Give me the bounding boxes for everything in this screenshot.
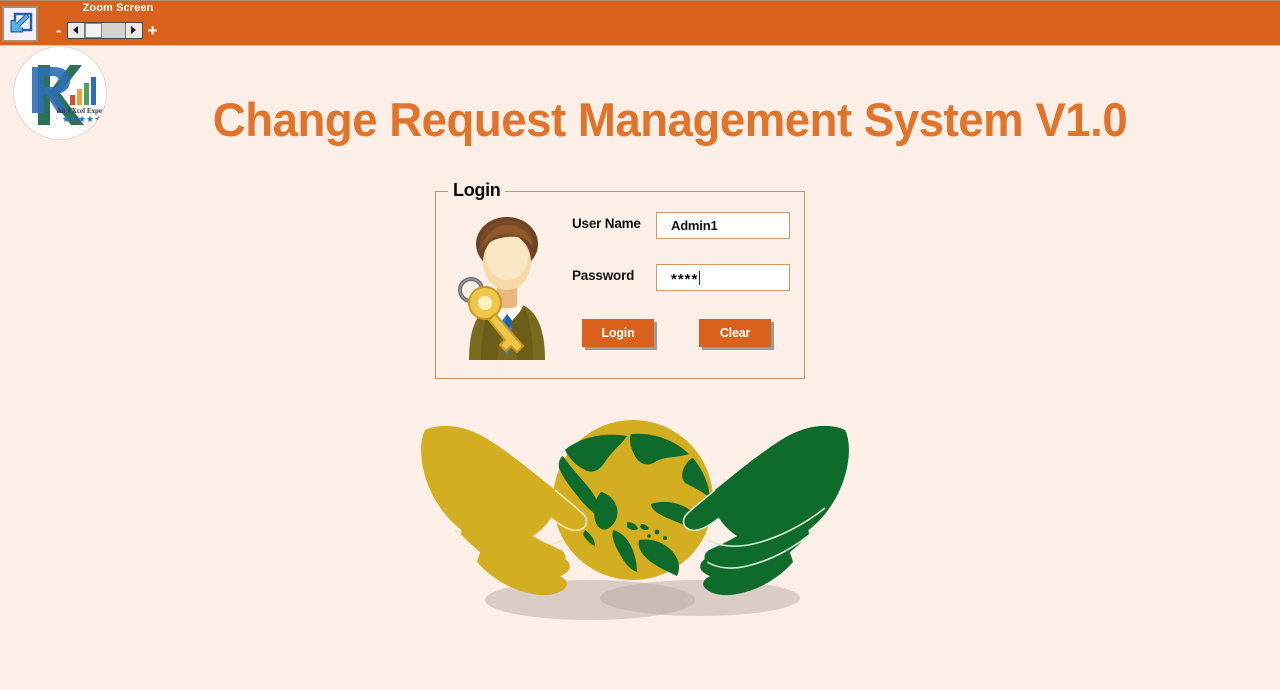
login-button[interactable]: Login <box>582 319 654 347</box>
artwork-graphic <box>421 420 849 620</box>
restore-window-icon <box>10 12 33 33</box>
text-caret <box>699 270 701 285</box>
restore-window-button[interactable] <box>2 6 38 42</box>
scroll-left-arrow-icon[interactable] <box>67 22 85 38</box>
username-input[interactable] <box>656 212 790 239</box>
zoom-slider[interactable] <box>66 21 143 39</box>
logo-graphic: An EXcel Expert ★★★★★ <box>14 47 106 139</box>
password-label: Password <box>572 268 635 283</box>
hands-holding-globe-illustration <box>415 412 855 627</box>
zoom-in-button[interactable]: + <box>143 22 163 39</box>
logo-stars: ★★★★★ <box>62 114 102 124</box>
user-with-key-icon <box>441 210 561 360</box>
zoom-screen-control: Zoom Screen - + <box>48 1 188 47</box>
clear-button[interactable]: Clear <box>699 319 771 347</box>
login-fieldset: Login User Name Admin1 Password **** Log… <box>435 180 805 379</box>
password-masked-value: **** <box>671 270 699 288</box>
username-label: User Name <box>572 216 641 231</box>
avatar-graphic <box>458 217 545 360</box>
zoom-toolbar: Zoom Screen - + <box>0 0 1280 46</box>
password-input[interactable]: **** <box>656 264 790 291</box>
zoom-slider-thumb[interactable] <box>84 22 102 38</box>
scroll-right-arrow-icon[interactable] <box>124 22 142 38</box>
zoom-slider-track[interactable] <box>84 22 125 38</box>
rk-excel-expert-logo: An EXcel Expert ★★★★★ <box>14 47 106 139</box>
page-title: Change Request Management System V1.0 <box>212 93 1128 146</box>
zoom-out-button[interactable]: - <box>48 22 67 39</box>
zoom-screen-label: Zoom Screen <box>82 2 154 14</box>
login-legend: Login <box>448 180 506 201</box>
